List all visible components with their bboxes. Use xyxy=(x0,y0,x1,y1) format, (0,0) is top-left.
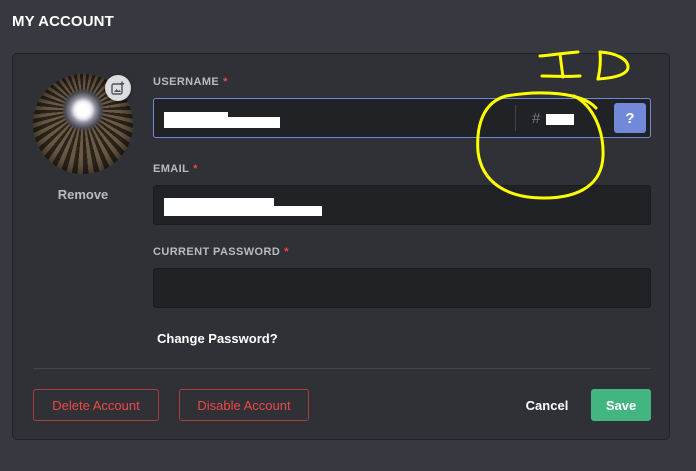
current-password-label-text: CURRENT PASSWORD xyxy=(153,246,281,258)
email-field[interactable] xyxy=(153,185,651,225)
page-title: MY ACCOUNT xyxy=(12,13,114,30)
redacted-discriminator xyxy=(546,114,574,125)
disable-account-button[interactable]: Disable Account xyxy=(179,389,309,421)
change-password-link[interactable]: Change Password? xyxy=(157,331,278,346)
username-label-text: USERNAME xyxy=(153,76,220,88)
remove-avatar-button[interactable]: Remove xyxy=(33,187,133,202)
username-field[interactable]: # ? xyxy=(153,98,651,138)
account-card: Remove USERNAME * # ? EMAIL * CURRENT PASS… xyxy=(12,53,670,440)
discriminator-prefix: # xyxy=(532,110,541,127)
current-password-field[interactable] xyxy=(153,268,651,308)
image-add-icon[interactable] xyxy=(105,75,131,101)
discriminator: # xyxy=(532,110,540,127)
email-label-text: EMAIL xyxy=(153,163,190,175)
current-password-label: CURRENT PASSWORD * xyxy=(153,246,289,258)
avatar-section xyxy=(33,74,133,174)
redacted-email xyxy=(164,206,322,216)
redacted-username xyxy=(164,112,228,128)
username-label: USERNAME * xyxy=(153,76,228,88)
cancel-button[interactable]: Cancel xyxy=(519,389,575,421)
redacted-username xyxy=(224,117,280,128)
divider xyxy=(33,368,651,369)
help-button[interactable]: ? xyxy=(614,103,646,133)
required-mark: * xyxy=(193,163,198,175)
required-mark: * xyxy=(284,246,289,258)
save-button[interactable]: Save xyxy=(591,389,651,421)
required-mark: * xyxy=(223,76,228,88)
email-label: EMAIL * xyxy=(153,163,198,175)
discriminator-divider xyxy=(515,105,516,131)
delete-account-button[interactable]: Delete Account xyxy=(33,389,159,421)
